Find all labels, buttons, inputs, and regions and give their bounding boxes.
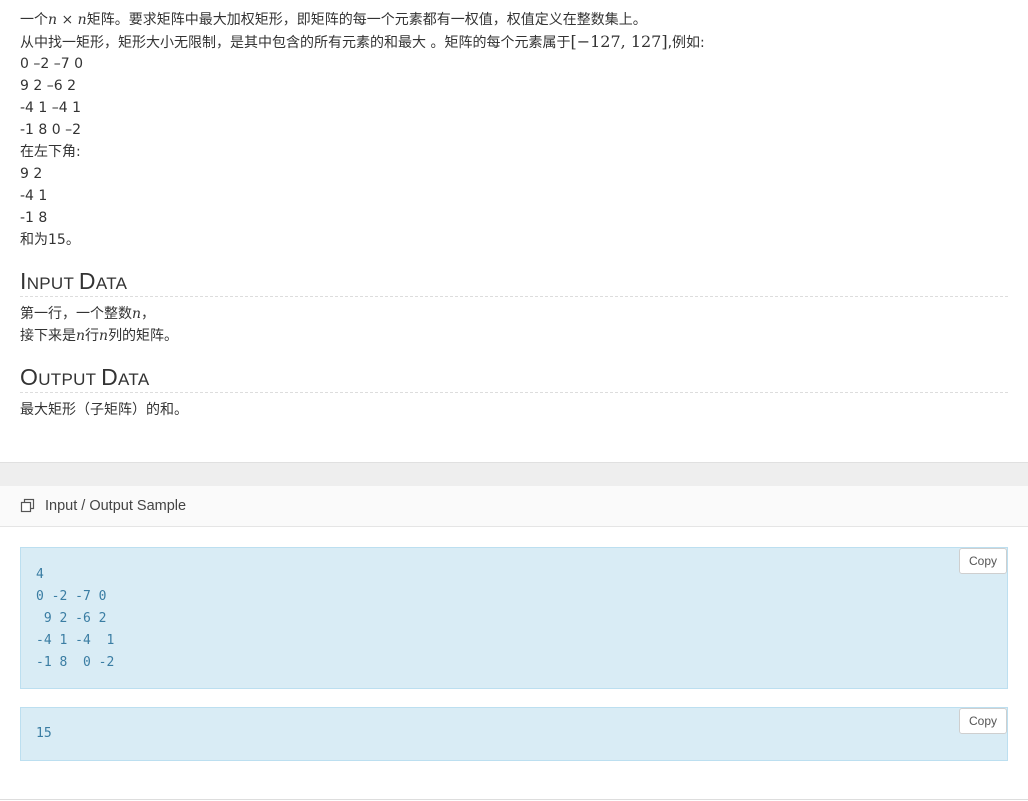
heading-cap: D (78, 268, 96, 294)
sample-output-block: 15 Copy (20, 707, 1008, 761)
text: ， (141, 306, 156, 322)
math-n: n (76, 328, 86, 344)
submatrix-row: -1 8 (20, 210, 48, 226)
io-sample-panel: Input / Output Sample 4 0 -2 -7 0 9 2 -6… (0, 486, 1028, 801)
math-n: n (77, 12, 87, 28)
math-n: n (48, 12, 58, 28)
section-divider-band (0, 462, 1028, 486)
submatrix-row: 9 2 (20, 166, 43, 182)
math-range: [−127, 127] (570, 32, 668, 51)
math-n: n (132, 306, 142, 322)
text: 从中找一矩形，矩形大小无限制，是其中包含的所有元素的和最大 。矩阵的每个元素属于 (20, 35, 571, 51)
output-desc-line-1: 最大矩形（子矩阵）的和。 (20, 402, 188, 418)
heading-rest: ATA (95, 274, 128, 293)
text: 第一行，一个整数 (20, 306, 132, 322)
output-data-heading: OUTPUT DATA (20, 364, 1008, 393)
text: 矩阵。要求矩阵中最大加权矩形，即矩阵的每一个元素都有一权值，权值定义在整数集上。 (86, 12, 647, 28)
example-row: -1 8 0 –2 (20, 122, 82, 138)
example-row: -4 1 –4 1 (20, 100, 82, 116)
text: ,例如: (667, 35, 705, 51)
heading-cap: O (20, 364, 39, 390)
heading-rest: UTPUT (38, 370, 102, 389)
copy-input-button[interactable]: Copy (959, 548, 1007, 574)
text: 列的矩阵。 (108, 328, 179, 344)
heading-cap: I (20, 268, 27, 294)
heading-rest: NPUT (26, 274, 79, 293)
example-row: 9 2 –6 2 (20, 78, 76, 94)
problem-statement: 一个n × n矩阵。要求矩阵中最大加权矩形，即矩阵的每一个元素都有一权值，权值定… (20, 0, 1008, 421)
example-row: 0 –2 –7 0 (20, 56, 83, 72)
corner-label: 在左下角: (20, 144, 81, 160)
submatrix-row: -4 1 (20, 188, 48, 204)
sum-text: 和为15。 (20, 232, 80, 248)
heading-cap: D (101, 364, 119, 390)
text: 一个 (20, 12, 48, 28)
input-data-heading: INPUT DATA (20, 268, 1008, 297)
math-times: × (57, 12, 78, 28)
input-desc-line-1: 第一行，一个整数n， (20, 303, 1008, 325)
math-n: n (99, 328, 109, 344)
sample-output-text: 15 (36, 726, 52, 741)
io-sample-header: Input / Output Sample (0, 486, 1028, 527)
description-line-2: 从中找一矩形，矩形大小无限制，是其中包含的所有元素的和最大 。矩阵的每个元素属于… (20, 31, 1008, 53)
io-sample-title: Input / Output Sample (45, 498, 187, 514)
bottom-divider (0, 799, 1028, 800)
text: 接下来是 (20, 328, 76, 344)
copy-output-button[interactable]: Copy (959, 708, 1007, 734)
sample-input-text: 4 0 -2 -7 0 9 2 -6 2 -4 1 -4 1 -1 8 0 -2 (36, 567, 115, 670)
sample-input-block: 4 0 -2 -7 0 9 2 -6 2 -4 1 -4 1 -1 8 0 -2… (20, 547, 1008, 689)
text: 行 (85, 328, 100, 344)
copy-documents-icon (20, 498, 36, 514)
input-desc-line-2: 接下来是n行n列的矩阵。 (20, 325, 1008, 347)
description-line-1: 一个n × n矩阵。要求矩阵中最大加权矩形，即矩阵的每一个元素都有一权值，权值定… (20, 9, 1008, 31)
heading-rest: ATA (118, 370, 150, 389)
